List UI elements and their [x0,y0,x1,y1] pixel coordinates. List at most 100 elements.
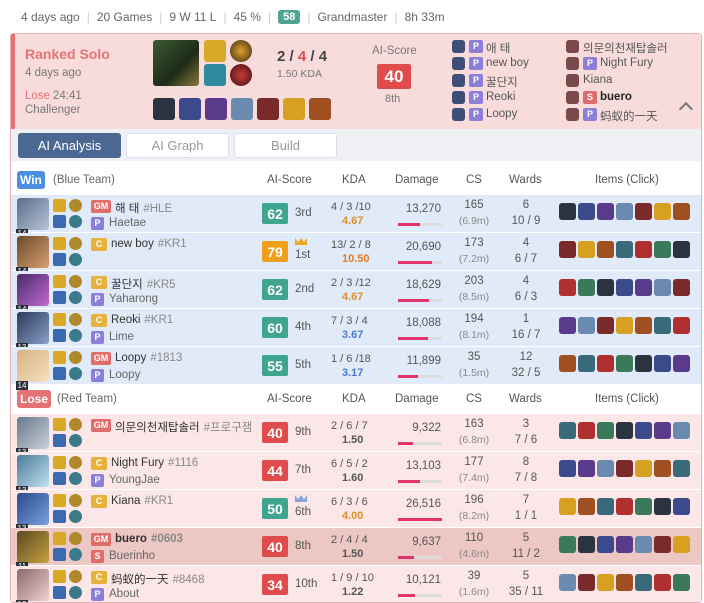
item-icon[interactable] [597,498,614,515]
sub-account-name[interactable]: Loopy [109,369,140,381]
item-icon[interactable] [578,355,595,372]
item-icon[interactable] [559,422,576,439]
item-icon[interactable] [654,241,671,258]
item-icon[interactable] [616,279,633,296]
item-icon[interactable] [578,241,595,258]
summary-player-name[interactable]: Kiana [583,74,612,86]
item-icon[interactable] [559,279,576,296]
sub-account-name[interactable]: Yaharong [109,293,158,305]
item-icon[interactable] [153,98,175,120]
player-row[interactable]: 14GM해 태#HLEPHaetae623rd4 / 3 /104.6713,2… [11,195,701,238]
item-icon[interactable] [635,574,652,591]
item-icon[interactable] [673,317,690,334]
item-icon[interactable] [578,317,595,334]
item-icon[interactable] [654,460,671,477]
player-name[interactable]: buero #0603 [115,533,183,545]
item-icon[interactable] [673,355,690,372]
summary-player-name[interactable]: 의문의천재탑솔러 [583,40,668,56]
item-icon[interactable] [578,574,595,591]
item-icon[interactable] [231,98,253,120]
item-icon[interactable] [597,355,614,372]
item-icon[interactable] [559,241,576,258]
tab-ai-graph[interactable]: AI Graph [126,133,229,158]
item-icon[interactable] [635,536,652,553]
item-icon[interactable] [673,279,690,296]
item-icon[interactable] [578,536,595,553]
item-icon[interactable] [578,460,595,477]
item-icon[interactable] [654,422,671,439]
player-row[interactable]: 13GM의문의천재탑솔러#프로구잼409th2 / 6 / 71.509,322… [11,414,701,457]
player-row[interactable]: 11GMbuero#0603SBuerinho408th2 / 4 / 41.5… [11,528,701,571]
item-icon[interactable] [205,98,227,120]
player-row[interactable]: 14Cnew boy#KR1791st13/ 2 / 810.5020,6901… [11,233,701,276]
item-icon[interactable] [635,317,652,334]
sub-account-name[interactable]: Haetae [109,217,146,229]
item-icon[interactable] [179,98,201,120]
tab-build[interactable]: Build [234,133,337,158]
player-name[interactable]: 의문의천재탑솔러 #프로구잼 [115,419,252,435]
item-icon[interactable] [654,574,671,591]
item-icon[interactable] [654,498,671,515]
summary-player-name[interactable]: buero [600,91,632,103]
item-icon[interactable] [616,498,633,515]
player-row[interactable]: 13CKiana#KR1506th6 / 3 / 64.0026,516196(… [11,490,701,533]
item-icon[interactable] [635,460,652,477]
item-icon[interactable] [616,317,633,334]
item-icon[interactable] [559,317,576,334]
item-icon[interactable] [635,355,652,372]
summary-player-name[interactable]: Night Fury [600,57,653,69]
item-icon[interactable] [635,498,652,515]
item-icon[interactable] [597,279,614,296]
item-icon[interactable] [654,536,671,553]
item-icon[interactable] [578,422,595,439]
item-icon[interactable] [654,355,671,372]
item-icon[interactable] [616,574,633,591]
item-icon[interactable] [616,241,633,258]
item-icon[interactable] [597,317,614,334]
chevron-up-icon[interactable] [678,101,694,117]
item-icon[interactable] [654,279,671,296]
item-icon[interactable] [597,203,614,220]
item-icon[interactable] [616,536,633,553]
match-summary[interactable]: Ranked Solo 4 days ago Lose 24:41 Challe… [11,34,701,129]
item-icon[interactable] [635,422,652,439]
item-icon[interactable] [597,241,614,258]
player-name[interactable]: new boy #KR1 [111,238,187,250]
item-icon[interactable] [616,460,633,477]
item-icon[interactable] [654,317,671,334]
item-icon[interactable] [616,355,633,372]
sub-account-name[interactable]: Buerinho [109,550,155,562]
sub-account-name[interactable]: Lime [109,331,134,343]
player-name[interactable]: Night Fury #1116 [111,457,198,469]
item-icon[interactable] [559,536,576,553]
item-icon[interactable] [673,241,690,258]
summary-player-name[interactable]: new boy [486,57,529,69]
item-icon[interactable] [673,203,690,220]
item-icon[interactable] [283,98,305,120]
item-icon[interactable] [309,98,331,120]
summary-player-name[interactable]: 蚂蚁的一天 [600,108,658,124]
item-icon[interactable] [559,460,576,477]
player-name[interactable]: 蚂蚁的一天 #8468 [111,571,204,587]
item-icon[interactable] [597,422,614,439]
player-row[interactable]: 13CNight Fury#1116PYoungJae447th6 / 5 / … [11,452,701,495]
item-icon[interactable] [559,498,576,515]
item-icon[interactable] [597,574,614,591]
summary-player-name[interactable]: Loopy [486,108,517,120]
summary-player-name[interactable]: Reoki [486,91,515,103]
player-name[interactable]: Kiana #KR1 [111,495,173,507]
item-icon[interactable] [673,574,690,591]
item-icon[interactable] [559,355,576,372]
player-name[interactable]: 해 태 #HLE [115,200,172,216]
item-icon[interactable] [616,422,633,439]
sub-account-name[interactable]: YoungJae [109,474,160,486]
item-icon[interactable] [673,536,690,553]
item-icon[interactable] [616,203,633,220]
player-row[interactable]: 14C꿀단지#KR5PYaharong622nd2 / 3 /124.6718,… [11,271,701,314]
player-row[interactable]: 10C蚂蚁的一天#8468PAbout3410th1 / 9 / 101.221… [11,566,701,602]
player-name[interactable]: Reoki #KR1 [111,314,173,326]
item-icon[interactable] [673,498,690,515]
item-icon[interactable] [559,574,576,591]
player-row[interactable]: 14 GM Loopy #1813 P Loopy 55 5th 1 / 6 /18 3.17 11… [11,347,701,390]
item-icon[interactable] [578,279,595,296]
